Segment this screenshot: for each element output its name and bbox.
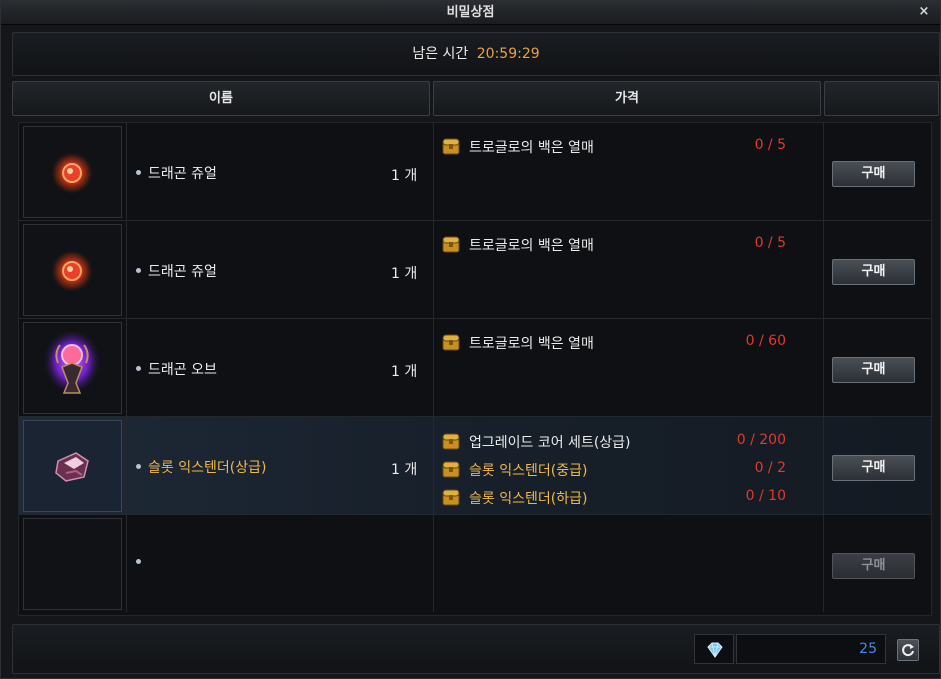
column-header-name: 이름 <box>12 81 430 116</box>
refresh-icon <box>902 644 914 657</box>
treasure-chest-icon <box>442 236 460 253</box>
buy-button[interactable]: 구매 <box>832 357 915 383</box>
treasure-chest-icon <box>442 334 460 351</box>
item-name <box>136 555 148 571</box>
dragon-jewel-icon <box>50 151 94 195</box>
item-name: 드래곤 쥬얼 <box>136 163 217 183</box>
cost-line: 슬롯 익스텐더(중급) 0 / 2 <box>441 458 786 480</box>
list-item: 드래곤 쥬얼 1 개 트로글로의 백은 열매 0 / 5 구매 <box>19 221 931 319</box>
list-item: 구매 <box>19 515 931 613</box>
item-quantity: 1 개 <box>391 462 418 478</box>
item-quantity: 1 개 <box>391 266 418 282</box>
item-name: 드래곤 오브 <box>136 359 217 379</box>
cost-line: 트로글로의 백은 열매 0 / 60 <box>441 331 786 353</box>
refresh-button[interactable] <box>897 639 919 661</box>
secret-shop-window: 비밀상점 × 남은 시간 20:59:29 이름 가격 드래곤 쥬얼 1 개 트… <box>0 0 941 679</box>
cost-line: 트로글로의 백은 열매 0 / 5 <box>441 233 786 255</box>
item-slot[interactable] <box>23 224 122 316</box>
treasure-chest-icon <box>442 461 460 478</box>
buy-button[interactable]: 구매 <box>832 259 915 285</box>
cost-line: 트로글로의 백은 열매 0 / 5 <box>441 135 786 157</box>
treasure-chest-icon <box>442 433 460 450</box>
buy-button[interactable]: 구매 <box>832 553 915 579</box>
title-bar[interactable]: 비밀상점 × <box>1 1 940 25</box>
item-slot[interactable] <box>23 518 122 610</box>
item-quantity: 1 개 <box>391 168 418 184</box>
buy-button[interactable]: 구매 <box>832 161 915 187</box>
dragon-jewel-icon <box>50 249 94 293</box>
treasure-chest-icon <box>442 138 460 155</box>
item-list: 드래곤 쥬얼 1 개 트로글로의 백은 열매 0 / 5 구매 드래곤 쥬얼 1… <box>18 122 932 616</box>
cost-line: 슬롯 익스텐더(하급) 0 / 10 <box>441 486 786 508</box>
item-name: 슬롯 익스텐더(상급) <box>136 457 266 477</box>
list-item: 슬롯 익스텐더(상급) 1 개 업그레이드 코어 세트(상급) 0 / 200 … <box>19 417 931 515</box>
diamond-icon <box>707 642 723 658</box>
currency-value: 25 <box>736 634 886 664</box>
remaining-time-value: 20:59:29 <box>476 46 540 62</box>
remaining-time-label: 남은 시간 <box>412 46 469 62</box>
item-quantity: 1 개 <box>391 364 418 380</box>
list-item: 드래곤 오브 1 개 트로글로의 백은 열매 0 / 60 구매 <box>19 319 931 417</box>
item-name: 드래곤 쥬얼 <box>136 261 217 281</box>
buy-button[interactable]: 구매 <box>832 455 915 481</box>
treasure-chest-icon <box>442 489 460 506</box>
remaining-time-bar: 남은 시간 20:59:29 <box>12 32 940 76</box>
column-header-price: 가격 <box>433 81 821 116</box>
close-icon[interactable]: × <box>914 1 934 25</box>
dragon-orb-icon <box>42 331 102 399</box>
currency-icon-box <box>694 634 734 664</box>
item-slot[interactable] <box>23 322 122 414</box>
slot-extender-icon <box>55 452 89 482</box>
column-header-extra <box>824 81 939 116</box>
list-item: 드래곤 쥬얼 1 개 트로글로의 백은 열매 0 / 5 구매 <box>19 123 931 221</box>
item-slot[interactable] <box>23 126 122 218</box>
cost-line: 업그레이드 코어 세트(상급) 0 / 200 <box>441 430 786 452</box>
item-slot[interactable] <box>23 420 122 512</box>
window-title: 비밀상점 <box>446 5 495 20</box>
